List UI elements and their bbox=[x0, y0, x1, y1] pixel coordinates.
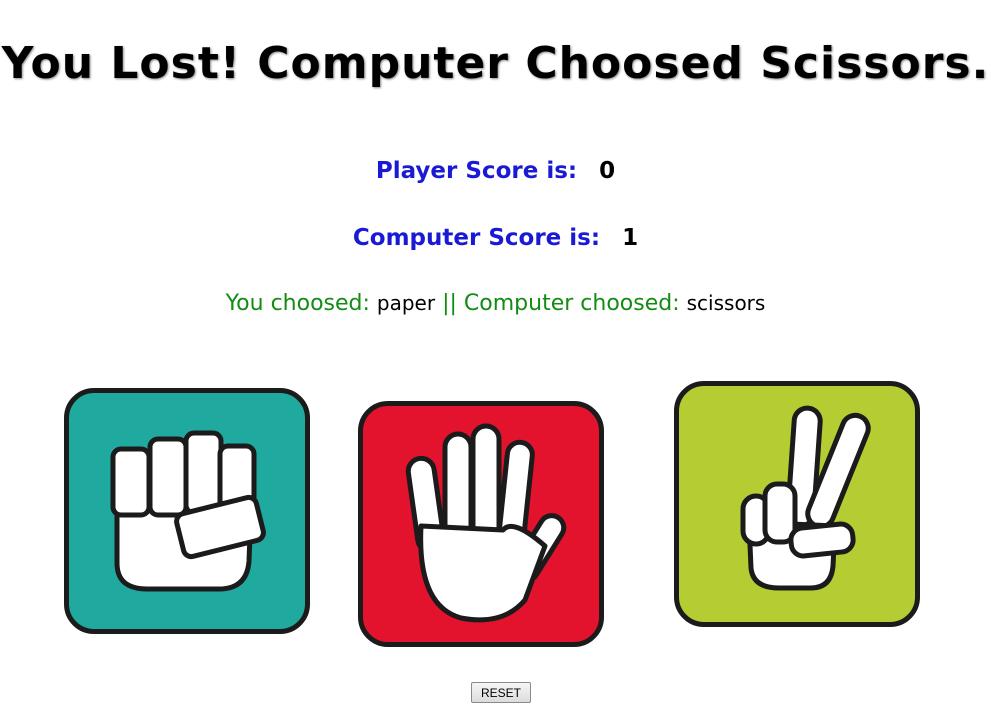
player-score-label: Player Score is: bbox=[375, 158, 578, 184]
you-choice-label: You choosed: bbox=[225, 291, 370, 316]
result-title: You Lost! Computer Choosed Scissors. bbox=[1, 38, 990, 89]
computer-score-value: 1 bbox=[622, 225, 639, 251]
player-score-value: 0 bbox=[599, 158, 616, 184]
computer-score: Computer Score is: 1 bbox=[0, 225, 991, 251]
choice-separator: || bbox=[442, 291, 457, 316]
reset-button[interactable]: RESET bbox=[471, 682, 531, 703]
paper-button[interactable] bbox=[358, 401, 604, 647]
peace-sign-icon bbox=[740, 405, 871, 591]
rock-button[interactable] bbox=[64, 388, 310, 634]
choices-summary: You choosed: paper || Computer choosed: … bbox=[0, 291, 991, 316]
computer-choice-label: Computer choosed: bbox=[463, 291, 680, 316]
open-hand-icon bbox=[405, 423, 567, 623]
you-choice-value: paper bbox=[376, 291, 436, 315]
player-score: Player Score is: 0 bbox=[0, 158, 991, 184]
computer-score-label: Computer Score is: bbox=[352, 225, 601, 251]
scissors-button[interactable] bbox=[674, 381, 920, 627]
computer-choice-value: scissors bbox=[686, 291, 766, 315]
fist-icon bbox=[110, 430, 266, 592]
